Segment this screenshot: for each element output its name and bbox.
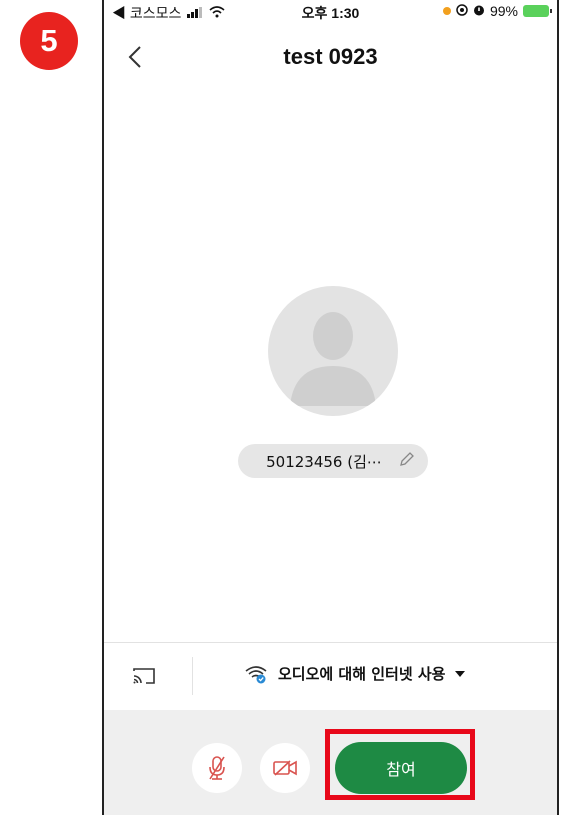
controls-bar: 참여 [104, 710, 557, 815]
avatar-placeholder-icon [290, 312, 376, 406]
page-title: test 0923 [283, 44, 378, 69]
step-badge: 5 [20, 12, 78, 70]
rotation-lock-icon [456, 3, 468, 19]
phone-screen: ◀ 코스모스 오후 1:30 99% test 0923 50123456 (김… [102, 0, 559, 815]
camera-off-icon [273, 760, 297, 776]
battery-percent: 99% [489, 3, 518, 19]
audio-option-label: 오디오에 대해 인터넷 사용 [278, 665, 446, 683]
cast-icon [133, 668, 155, 684]
highlight-box [325, 729, 475, 800]
display-name-field[interactable]: 50123456 (김⋯ [238, 444, 428, 478]
status-right: 99% [442, 3, 552, 19]
alarm-icon [473, 3, 485, 19]
recording-dot-icon [442, 7, 451, 15]
cast-button[interactable] [128, 661, 160, 691]
wifi-audio-icon [245, 665, 267, 683]
navigation-bar: test 0923 [104, 30, 557, 86]
edit-pencil-icon[interactable] [398, 450, 416, 472]
options-row: 오디오에 대해 인터넷 사용 [104, 643, 557, 709]
audio-option-selector[interactable]: 오디오에 대해 인터넷 사용 [244, 663, 466, 684]
avatar [268, 286, 398, 416]
status-bar: ◀ 코스모스 오후 1:30 99% [104, 0, 557, 22]
mic-muted-icon [209, 756, 225, 780]
video-button[interactable] [260, 743, 310, 793]
dropdown-caret-icon [455, 670, 466, 677]
mute-button[interactable] [192, 743, 242, 793]
display-name-text: 50123456 (김⋯ [266, 452, 382, 471]
battery-icon [523, 5, 552, 17]
separator [192, 657, 193, 695]
